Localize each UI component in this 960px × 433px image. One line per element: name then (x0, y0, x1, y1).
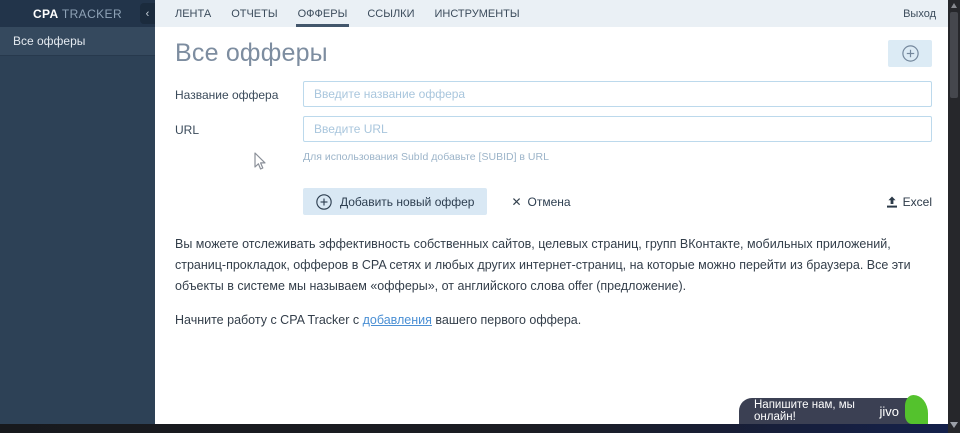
cancel-label: Отмена (527, 194, 571, 209)
app-window: CPA TRACKER ‹ Все офферы ЛЕНТА ОТЧЕТЫ ОФ… (0, 0, 960, 433)
tab-otchety[interactable]: ОТЧЕТЫ (221, 0, 287, 27)
excel-label: Excel (902, 194, 932, 209)
plus-circle-icon (316, 193, 332, 210)
form-actions: Добавить новый оффер ✕ Отмена Excel (175, 188, 932, 215)
page-header: Все офферы (175, 38, 932, 68)
brand-light: TRACKER (61, 6, 123, 21)
new-offer-form: Название оффера URL Для использования Su… (175, 81, 932, 215)
upload-icon (886, 196, 897, 208)
sidebar-header: CPA TRACKER ‹ (0, 0, 155, 27)
bottom-edge (0, 424, 948, 433)
cancel-button[interactable]: ✕ Отмена (511, 195, 570, 209)
offer-url-label: URL (175, 123, 200, 137)
sidebar-item-label: Все офферы (13, 34, 86, 48)
app-logo: CPA TRACKER (33, 7, 122, 21)
form-row-name: Название оффера (175, 81, 932, 107)
add-offer-button[interactable] (888, 39, 932, 67)
top-nav: ЛЕНТА ОТЧЕТЫ ОФФЕРЫ ССЫЛКИ ИНСТРУМЕНТЫ В… (155, 0, 948, 27)
vertical-scrollbar[interactable] (948, 0, 960, 433)
submit-label: Добавить новый оффер (340, 194, 475, 209)
start-prefix: Начните работу с CPA Tracker с (175, 313, 363, 327)
tab-offery[interactable]: ОФФЕРЫ (288, 0, 358, 27)
sidebar: CPA TRACKER ‹ Все офферы (0, 0, 155, 424)
subid-hint: Для использования SubId добавьте [SUBID]… (303, 151, 549, 163)
logout-link[interactable]: Выход (903, 0, 936, 27)
nav-tabs: ЛЕНТА ОТЧЕТЫ ОФФЕРЫ ССЫЛКИ ИНСТРУМЕНТЫ (165, 0, 530, 27)
tab-ssylki[interactable]: ССЫЛКИ (357, 0, 424, 27)
submit-offer-button[interactable]: Добавить новый оффер (303, 188, 488, 215)
sidebar-collapse-button[interactable]: ‹ (140, 3, 155, 24)
scrollbar-thumb[interactable] (950, 12, 958, 98)
offer-name-label: Название оффера (175, 88, 279, 102)
start-suffix: вашего первого оффера. (431, 313, 582, 327)
plus-circle-icon (901, 44, 919, 62)
close-icon: ✕ (511, 194, 522, 209)
chevron-left-icon: ‹ (145, 7, 150, 20)
main-content: Все офферы Название оффера URL Для испол… (155, 27, 948, 424)
add-first-offer-link[interactable]: добавления (363, 313, 432, 327)
scroll-down-icon[interactable] (950, 422, 958, 428)
offer-url-input[interactable] (303, 116, 932, 142)
intro-paragraph: Вы можете отслеживать эффективность собс… (175, 237, 911, 293)
brand-bold: CPA (32, 6, 59, 21)
offer-name-input[interactable] (303, 81, 932, 107)
form-row-url: URL (175, 116, 932, 142)
excel-export-link[interactable]: Excel (886, 195, 932, 209)
chat-widget[interactable]: Напишите нам, мы онлайн! jivo (739, 395, 928, 424)
start-paragraph: Начните работу с CPA Tracker с добавлени… (175, 310, 932, 331)
page-title: Все офферы (175, 38, 328, 67)
scroll-up-icon[interactable] (951, 3, 957, 8)
tab-lenta[interactable]: ЛЕНТА (165, 0, 221, 27)
sidebar-item-all-offers[interactable]: Все офферы (0, 27, 155, 56)
chat-message: Напишите нам, мы онлайн! (754, 399, 855, 423)
tab-instrumenty[interactable]: ИНСТРУМЕНТЫ (424, 0, 529, 27)
jivo-logo: jivo (879, 403, 899, 419)
